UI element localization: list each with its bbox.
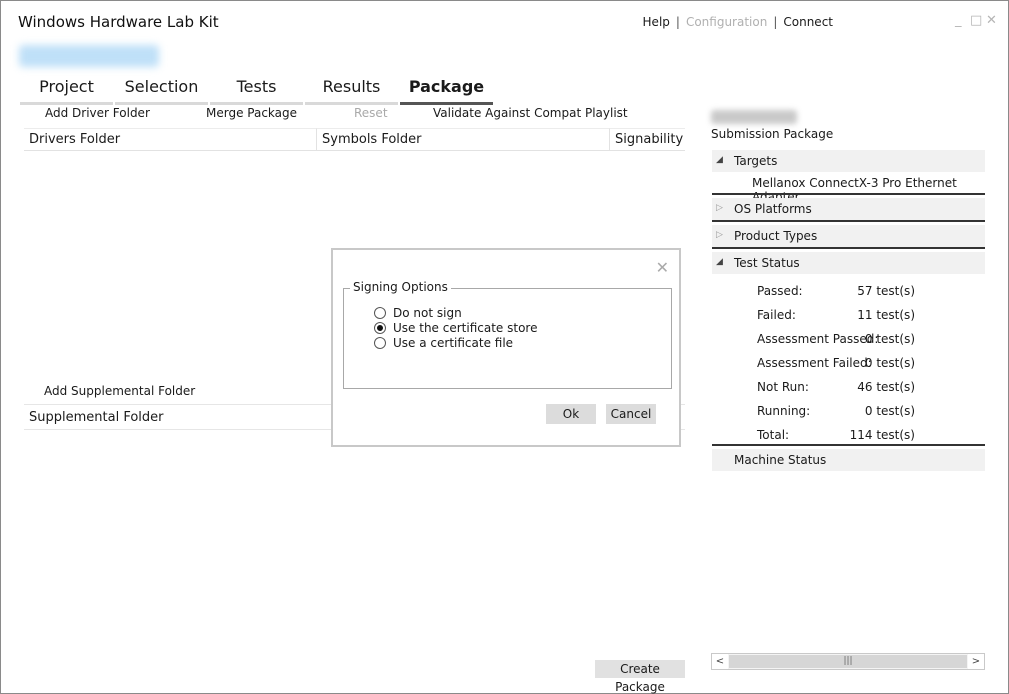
stat-value-running: 0 test(s) — [864, 404, 915, 418]
scroll-right-icon[interactable]: > — [968, 654, 984, 669]
radio-selected-icon — [374, 322, 386, 334]
collapsed-triangle-icon: ▷ — [716, 230, 723, 240]
reset-button[interactable]: Reset — [354, 106, 388, 120]
test-status-section-header[interactable]: ◢ Test Status — [712, 252, 985, 274]
tab-selection[interactable]: Selection — [115, 77, 208, 105]
product-types-section-header[interactable]: ▷ Product Types — [712, 225, 985, 247]
section-label: Product Types — [734, 229, 818, 243]
link-separator: | — [773, 15, 778, 29]
stat-label-running: Running: — [757, 404, 811, 418]
machine-status-section-header[interactable]: Machine Status — [712, 449, 985, 471]
horizontal-scrollbar[interactable]: < ||| > — [711, 653, 985, 670]
section-label: Machine Status — [734, 453, 827, 467]
stat-label-total: Total: — [757, 428, 790, 442]
dialog-close-icon[interactable]: ✕ — [656, 258, 669, 277]
link-separator: | — [675, 15, 680, 29]
section-label: OS Platforms — [734, 202, 812, 216]
signing-options-dialog: ✕ Signing Options Do not sign Use the ce… — [331, 248, 681, 447]
tab-tests[interactable]: Tests — [210, 77, 303, 105]
collapsed-triangle-icon: ▷ — [716, 203, 723, 213]
expanded-triangle-icon: ◢ — [716, 257, 723, 267]
section-label: Targets — [734, 154, 778, 168]
app-title: Windows Hardware Lab Kit — [18, 13, 219, 31]
section-divider — [712, 193, 985, 195]
stat-label-passed: Passed: — [757, 284, 803, 298]
tab-project[interactable]: Project — [20, 77, 113, 105]
add-supplemental-folder-button[interactable]: Add Supplemental Folder — [44, 384, 195, 398]
help-link[interactable]: Help — [643, 15, 670, 29]
maximize-icon[interactable]: □ — [970, 13, 982, 28]
tab-label: Project — [39, 77, 94, 96]
radio-do-not-sign[interactable]: Do not sign — [374, 306, 462, 320]
submission-name-redacted — [711, 110, 797, 124]
merge-package-button[interactable]: Merge Package — [206, 106, 297, 120]
ok-button[interactable]: Ok — [546, 404, 596, 424]
signing-options-group: Signing Options Do not sign Use the cert… — [343, 280, 672, 389]
tab-label: Results — [322, 77, 381, 96]
minimize-icon[interactable]: _ — [955, 13, 962, 28]
user-account-redacted — [19, 45, 159, 67]
stat-value-passed: 57 test(s) — [857, 284, 915, 298]
stat-value-failed: 11 test(s) — [857, 308, 915, 322]
stat-label-not-run: Not Run: — [757, 380, 809, 394]
scroll-left-icon[interactable]: < — [712, 654, 728, 669]
stat-value-not-run: 46 test(s) — [857, 380, 915, 394]
scroll-thumb[interactable]: ||| — [729, 655, 967, 668]
tab-label: Package — [408, 77, 485, 96]
tab-label: Tests — [236, 77, 277, 96]
os-platforms-section-header[interactable]: ▷ OS Platforms — [712, 198, 985, 220]
connect-link[interactable]: Connect — [783, 15, 833, 29]
section-divider — [712, 247, 985, 249]
radio-label: Use the certificate store — [393, 321, 538, 335]
radio-certificate-file[interactable]: Use a certificate file — [374, 336, 513, 350]
radio-certificate-store[interactable]: Use the certificate store — [374, 321, 537, 335]
stat-label-failed: Failed: — [757, 308, 796, 322]
close-icon[interactable]: ✕ — [986, 13, 997, 28]
radio-label: Use a certificate file — [393, 336, 514, 350]
cancel-button[interactable]: Cancel — [606, 404, 656, 424]
hlk-window: Windows Hardware Lab Kit Help | Configur… — [0, 0, 1009, 694]
section-divider — [712, 444, 985, 446]
add-driver-folder-button[interactable]: Add Driver Folder — [45, 106, 150, 120]
targets-section-header[interactable]: ◢ Targets — [712, 150, 985, 172]
validate-compat-playlist-button[interactable]: Validate Against Compat Playlist — [433, 106, 628, 120]
symbols-folder-column-header[interactable]: Symbols Folder — [317, 128, 610, 151]
drivers-folder-column-header[interactable]: Drivers Folder — [24, 128, 317, 151]
group-title: Signing Options — [350, 280, 451, 294]
expanded-triangle-icon: ◢ — [716, 155, 723, 165]
configuration-link[interactable]: Configuration — [686, 15, 767, 29]
submission-package-title: Submission Package — [711, 127, 834, 141]
radio-circle-icon — [374, 337, 386, 349]
stat-value-total: 114 test(s) — [849, 428, 915, 442]
stat-value-assessment-passed: 0 test(s) — [864, 332, 915, 346]
tab-package[interactable]: Package — [400, 77, 493, 105]
radio-label: Do not sign — [393, 306, 462, 320]
tab-label: Selection — [124, 77, 199, 96]
create-package-button[interactable]: Create Package — [595, 660, 685, 694]
signability-column-header[interactable]: Signability — [610, 128, 685, 151]
radio-circle-icon — [374, 307, 386, 319]
tab-results[interactable]: Results — [305, 77, 398, 105]
stat-value-assessment-failed: 0 test(s) — [864, 356, 915, 370]
section-label: Test Status — [734, 256, 800, 270]
section-divider — [712, 220, 985, 222]
top-links: Help | Configuration | Connect — [643, 15, 833, 29]
